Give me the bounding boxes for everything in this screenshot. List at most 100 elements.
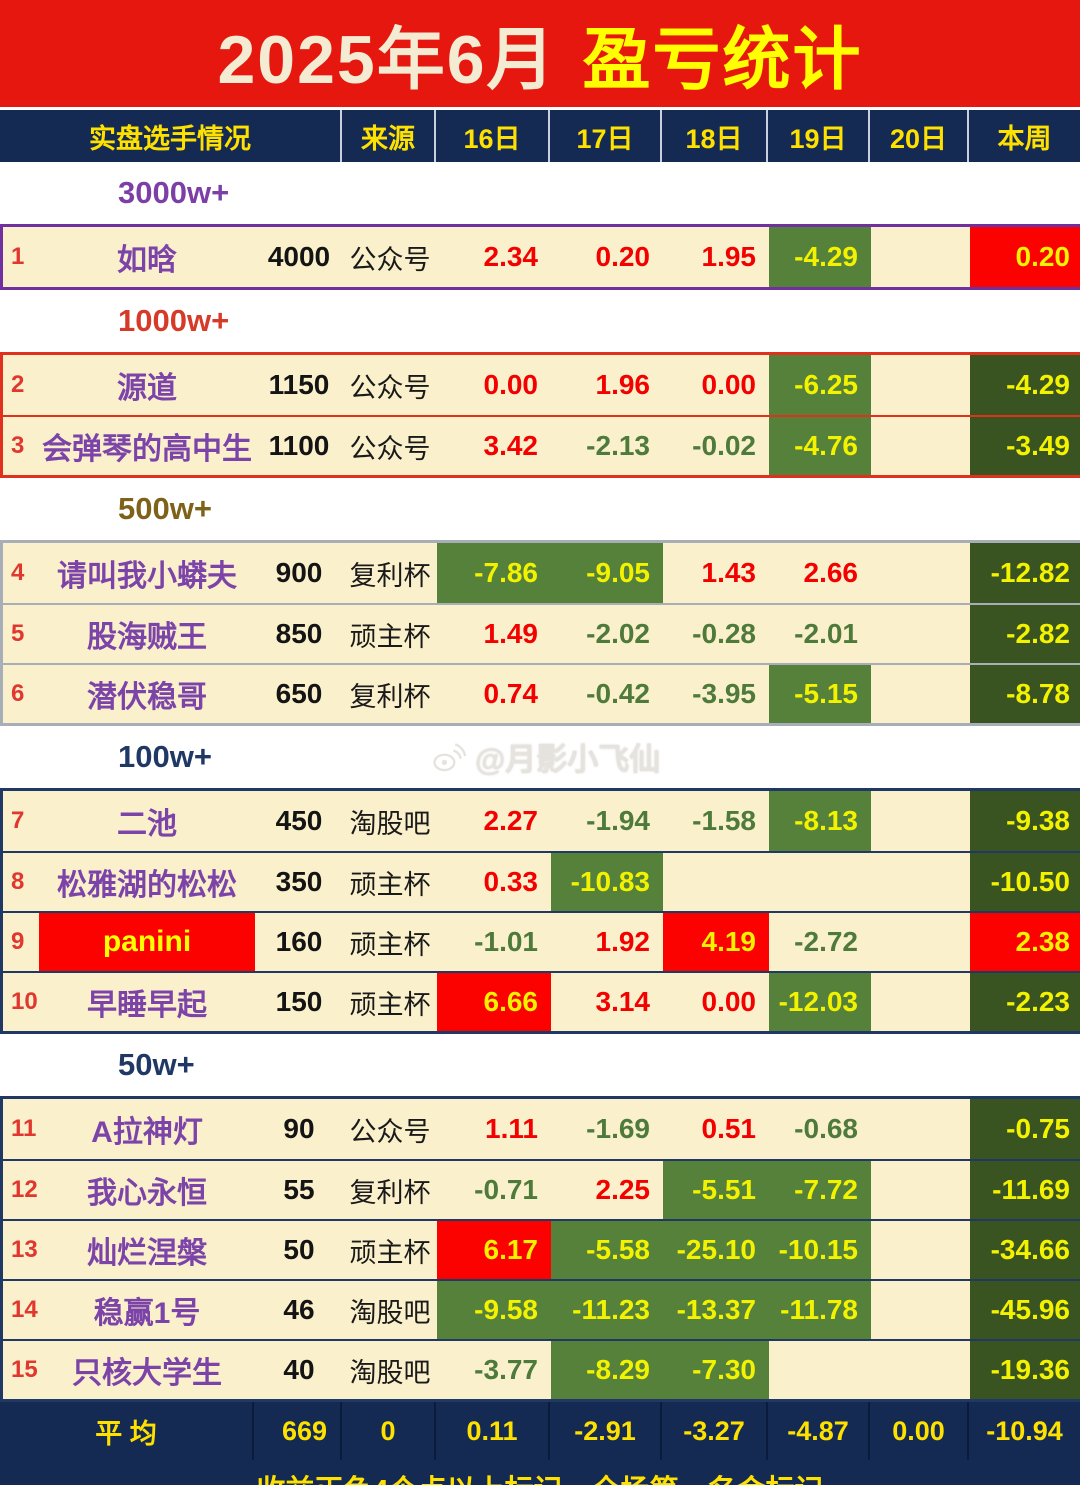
table-row: 4请叫我小蟒夫900复利杯-7.86-9.051.432.66-12.82 [3,543,1077,603]
table-row: 15只核大学生40淘股吧-3.77-8.29-7.30-19.36 [3,1339,1077,1399]
day-value: 2.27 [437,791,551,851]
rank-cell: 12 [3,1161,39,1219]
fund-amount: 160 [255,913,343,971]
day-value: 2.25 [551,1161,663,1219]
table-row: 2源道1150公众号0.001.960.00-6.25-4.29 [3,355,1077,415]
table-row: 9panini160顽主杯-1.011.924.19-2.722.38 [3,911,1077,971]
week-value: -2.23 [970,973,1080,1031]
day-value: -10.83 [551,853,663,911]
week-value: -19.36 [970,1341,1080,1399]
table-row: 5股海贼王850顽主杯1.49-2.02-0.28-2.01-2.82 [3,603,1077,663]
fund-amount: 40 [255,1341,343,1399]
average-value: -4.87 [766,1402,868,1460]
rank-cell: 3 [3,417,39,475]
table-row: 7二池450淘股吧2.27-1.94-1.58-8.13-9.38 [3,791,1077,851]
group-block-3000w+: 1如晗4000公众号2.340.201.95-4.290.20 [0,224,1080,290]
day-value: -2.01 [769,605,871,663]
average-amount: 669 [252,1402,340,1460]
watermark-text: @月影小飞仙 [475,734,660,779]
fund-amount: 1100 [255,417,343,475]
week-value: -12.82 [970,543,1080,603]
group-label: 50w+ [0,1047,195,1083]
table-header-row: 实盘选手情况来源16日17日18日19日20日本周 [0,110,1080,162]
watermark: @月影小飞仙 [430,734,660,779]
table-row: 12我心永恒55复利杯-0.712.25-5.51-7.72-11.69 [3,1159,1077,1219]
header-col-2: 16日 [434,110,548,162]
day-value [871,1341,970,1399]
day-value: -4.29 [769,227,871,287]
source-cell: 公众号 [343,227,437,287]
source-cell: 公众号 [343,417,437,475]
day-value [871,605,970,663]
day-value [871,417,970,475]
day-value: -1.58 [663,791,769,851]
player-name: 二池 [39,791,255,851]
player-name: 我心永恒 [39,1161,255,1219]
day-value: -8.29 [551,1341,663,1399]
rank-cell: 7 [3,791,39,851]
day-value: -3.95 [663,665,769,723]
average-value: 0.11 [434,1402,548,1460]
day-value: -10.15 [769,1221,871,1279]
day-value [871,791,970,851]
day-value: -6.25 [769,355,871,415]
day-value: -0.71 [437,1161,551,1219]
source-cell: 顽主杯 [343,605,437,663]
day-value: 1.96 [551,355,663,415]
fund-amount: 850 [255,605,343,663]
fund-amount: 1150 [255,355,343,415]
source-cell: 公众号 [343,1099,437,1159]
day-value: -0.28 [663,605,769,663]
footer-note-text: 收益正负4个点以上标记，全场第一名会标记 [256,1467,823,1485]
rank-cell: 13 [3,1221,39,1279]
day-value [769,853,871,911]
day-value [871,1161,970,1219]
average-source: 0 [340,1402,434,1460]
day-value: 0.00 [663,355,769,415]
day-value: -3.77 [437,1341,551,1399]
day-value: -0.68 [769,1099,871,1159]
group-label: 3000w+ [0,175,229,211]
source-cell: 顽主杯 [343,1221,437,1279]
day-value: -11.78 [769,1281,871,1339]
group-band: 100w+@月影小飞仙 [0,726,1080,788]
player-name: 股海贼王 [39,605,255,663]
player-name: panini [39,913,255,971]
week-value: -11.69 [970,1161,1080,1219]
rank-cell: 11 [3,1099,39,1159]
group-label: 500w+ [0,491,212,527]
fund-amount: 150 [255,973,343,1031]
header-col-6: 20日 [868,110,967,162]
day-value: -9.05 [551,543,663,603]
day-value: 0.00 [663,973,769,1031]
day-value [871,665,970,723]
day-value: -12.03 [769,973,871,1031]
day-value: 0.00 [437,355,551,415]
average-label: 平 均 [0,1402,252,1460]
day-value [663,853,769,911]
player-name: 早睡早起 [39,973,255,1031]
day-value: -8.13 [769,791,871,851]
fund-amount: 46 [255,1281,343,1339]
player-name: 稳赢1号 [39,1281,255,1339]
header-col-3: 17日 [548,110,660,162]
source-cell: 公众号 [343,355,437,415]
day-value: 6.66 [437,973,551,1031]
day-value [871,355,970,415]
source-cell: 顽主杯 [343,853,437,911]
table-row: 6潜伏稳哥650复利杯0.74-0.42-3.95-5.15-8.78 [3,663,1077,723]
table-row: 10早睡早起150顽主杯6.663.140.00-12.03-2.23 [3,971,1077,1031]
page-title: 2025年6月 盈亏统计 [0,0,1080,110]
day-value: -9.58 [437,1281,551,1339]
day-value: -7.72 [769,1161,871,1219]
table-body: 3000w+ 1如晗4000公众号2.340.201.95-4.290.20 100… [0,162,1080,1402]
source-cell: 顽主杯 [343,913,437,971]
week-value: -8.78 [970,665,1080,723]
day-value: -1.94 [551,791,663,851]
day-value: -2.72 [769,913,871,971]
day-value: -5.51 [663,1161,769,1219]
player-name: 请叫我小蟒夫 [39,543,255,603]
table-row: 11A拉神灯90公众号1.11-1.690.51-0.68-0.75 [3,1099,1077,1159]
rank-cell: 8 [3,853,39,911]
week-value: -2.82 [970,605,1080,663]
